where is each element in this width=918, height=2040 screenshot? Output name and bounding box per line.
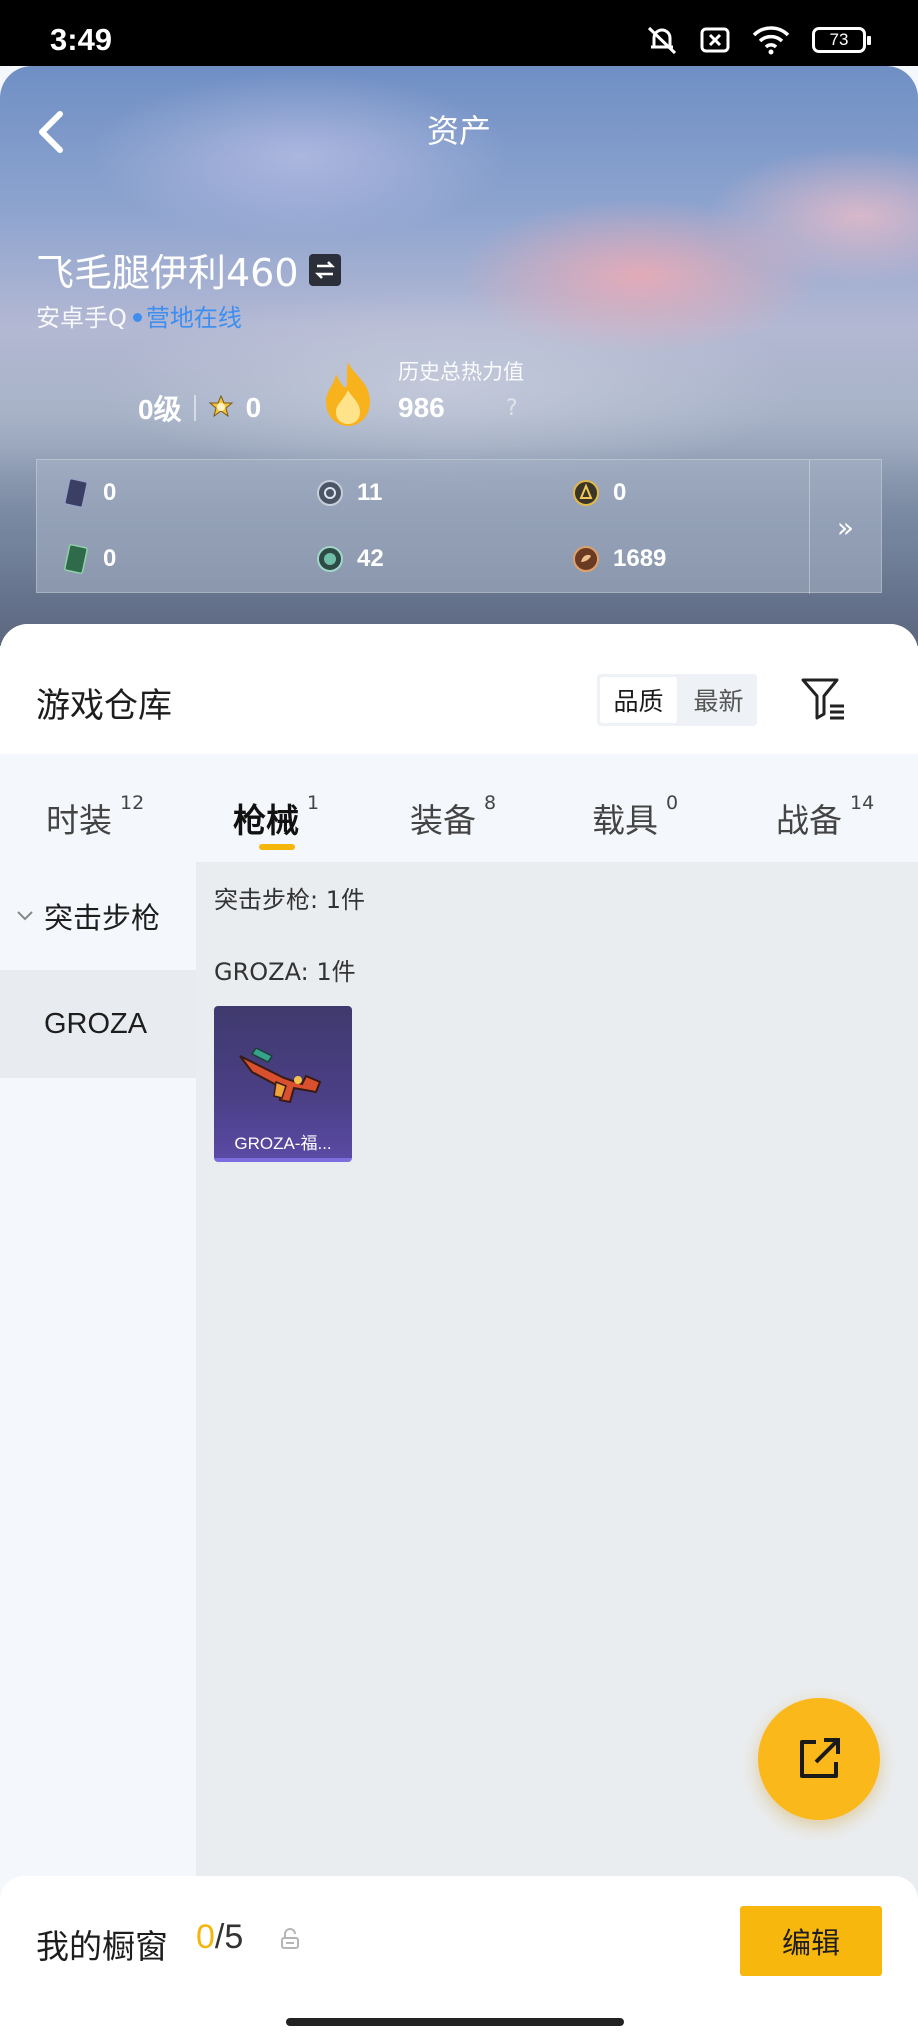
stat-item: 0	[61, 544, 116, 574]
medal-count: 0	[245, 392, 262, 423]
account-platform: 安卓手Q	[36, 304, 127, 332]
showcase-bar: 我的橱窗 0/5 编辑	[0, 1876, 918, 2040]
sidebar-group-label: 突击步枪	[44, 901, 161, 935]
tab-weapons[interactable]: 枪械 1	[233, 792, 320, 842]
stat-value: 11	[357, 479, 383, 506]
tab-count: 1	[307, 792, 320, 814]
showcase-total: /5	[214, 1918, 244, 1956]
heat-value: 986	[398, 392, 445, 423]
tab-label: 枪械	[233, 801, 299, 840]
stat-item: 42	[315, 544, 384, 574]
stat-item: 0	[61, 478, 116, 508]
stat-value: 0	[103, 545, 117, 572]
stats-panel[interactable]: 0 11 0 0 42 1689 »	[36, 459, 882, 594]
medal-icon	[208, 395, 233, 418]
no-sim-icon	[700, 27, 730, 53]
stat-item: 1689	[571, 544, 666, 574]
tab-count: 0	[666, 792, 679, 814]
level-box: 0级 0	[138, 388, 261, 428]
warehouse-header: 游戏仓库 品质 最新	[0, 624, 918, 754]
token-bronze-icon	[571, 544, 601, 574]
tab-outfit[interactable]: 时装 12	[46, 792, 145, 842]
stat-item: 11	[315, 478, 382, 508]
status-icons: 73	[646, 24, 871, 56]
chevron-down-icon	[17, 911, 33, 921]
item-name: GROZA-福...	[234, 1134, 332, 1153]
tab-label: 载具	[592, 801, 658, 840]
card-dark-icon	[61, 478, 91, 508]
warehouse-card: 游戏仓库 品质 最新 时装 12 枪械 1 装备 8 载具 0 战备 14 突击…	[0, 624, 918, 2040]
status-bar: 3:49 73	[0, 0, 918, 66]
tab-label: 战备	[776, 801, 842, 840]
item-list: 突击步枪: 1件 GROZA: 1件 GROZA-福...	[196, 862, 918, 2040]
tab-count: 8	[484, 792, 497, 814]
item-card[interactable]: GROZA-福...	[214, 1006, 352, 1162]
asset-header: 资产 飞毛腿伊利460 安卓手Q 营地在线 0级 0 历史总热力值 986 ? …	[0, 66, 918, 646]
tab-equipment[interactable]: 装备 8	[410, 792, 497, 842]
heat-help-icon[interactable]: ?	[506, 396, 518, 421]
tab-count: 14	[850, 792, 875, 814]
stat-value: 42	[357, 545, 384, 572]
player-name: 飞毛腿伊利460	[36, 251, 299, 295]
lock-icon	[281, 1928, 299, 1949]
showcase-count: 0/5	[196, 1918, 243, 1957]
tab-label: 装备	[410, 801, 476, 840]
status-time: 3:49	[50, 22, 113, 57]
weapon-type-sidebar: 突击步枪 GROZA	[0, 862, 196, 2040]
edit-button[interactable]: 编辑	[740, 1906, 882, 1976]
showcase-current: 0	[196, 1918, 215, 1956]
player-name-row: 飞毛腿伊利460	[36, 242, 341, 297]
account-line: 安卓手Q 营地在线	[36, 298, 242, 333]
active-tab-indicator	[259, 844, 295, 850]
token-gold-icon	[571, 478, 601, 508]
tab-vehicles[interactable]: 载具 0	[592, 792, 679, 842]
home-indicator[interactable]	[286, 2018, 624, 2026]
heat-label: 历史总热力值	[398, 360, 524, 384]
sort-toggle: 品质 最新	[597, 674, 757, 726]
stat-value: 0	[103, 479, 117, 506]
filter-icon[interactable]	[800, 676, 846, 722]
mute-bell-icon	[647, 26, 677, 55]
switch-account-icon[interactable]	[308, 253, 341, 286]
flame-icon	[326, 362, 370, 426]
divider	[193, 395, 196, 421]
wifi-icon	[752, 26, 790, 55]
token-silver-icon	[315, 478, 345, 508]
showcase-label: 我的橱窗	[36, 1927, 168, 1966]
sidebar-item-groza[interactable]: GROZA	[0, 970, 196, 1078]
online-status: 营地在线	[145, 304, 242, 332]
token-teal-icon	[315, 544, 345, 574]
stats-expand-icon[interactable]: »	[809, 460, 881, 594]
warehouse-title: 游戏仓库	[36, 686, 172, 726]
sort-newest-button[interactable]: 最新	[680, 674, 757, 726]
category-tabs: 时装 12 枪械 1 装备 8 载具 0 战备 14	[0, 754, 918, 862]
tab-count: 12	[120, 792, 145, 814]
online-dot-icon	[132, 313, 142, 322]
page-title: 资产	[426, 112, 491, 150]
card-green-icon	[61, 544, 91, 574]
level-value: 0级	[138, 394, 182, 425]
sidebar-group-assault-rifle[interactable]: 突击步枪	[0, 862, 196, 970]
category-summary: 突击步枪: 1件	[214, 886, 365, 914]
tab-gear[interactable]: 战备 14	[776, 792, 875, 842]
weapon-summary: GROZA: 1件	[214, 958, 356, 986]
groza-gun-icon	[239, 1047, 322, 1104]
share-button[interactable]	[758, 1698, 880, 1820]
stat-item: 0	[571, 478, 626, 508]
external-link-icon	[800, 1738, 840, 1778]
stat-value: 1689	[613, 545, 667, 572]
tab-label: 时装	[46, 801, 112, 840]
sort-quality-button[interactable]: 品质	[600, 677, 677, 723]
page: 3:49 73 资产 飞毛腿伊利460 安卓手Q 营地在线 0级 0 历史总热力…	[0, 0, 918, 2040]
stat-value: 0	[613, 479, 627, 506]
battery-icon: 73	[812, 27, 871, 53]
